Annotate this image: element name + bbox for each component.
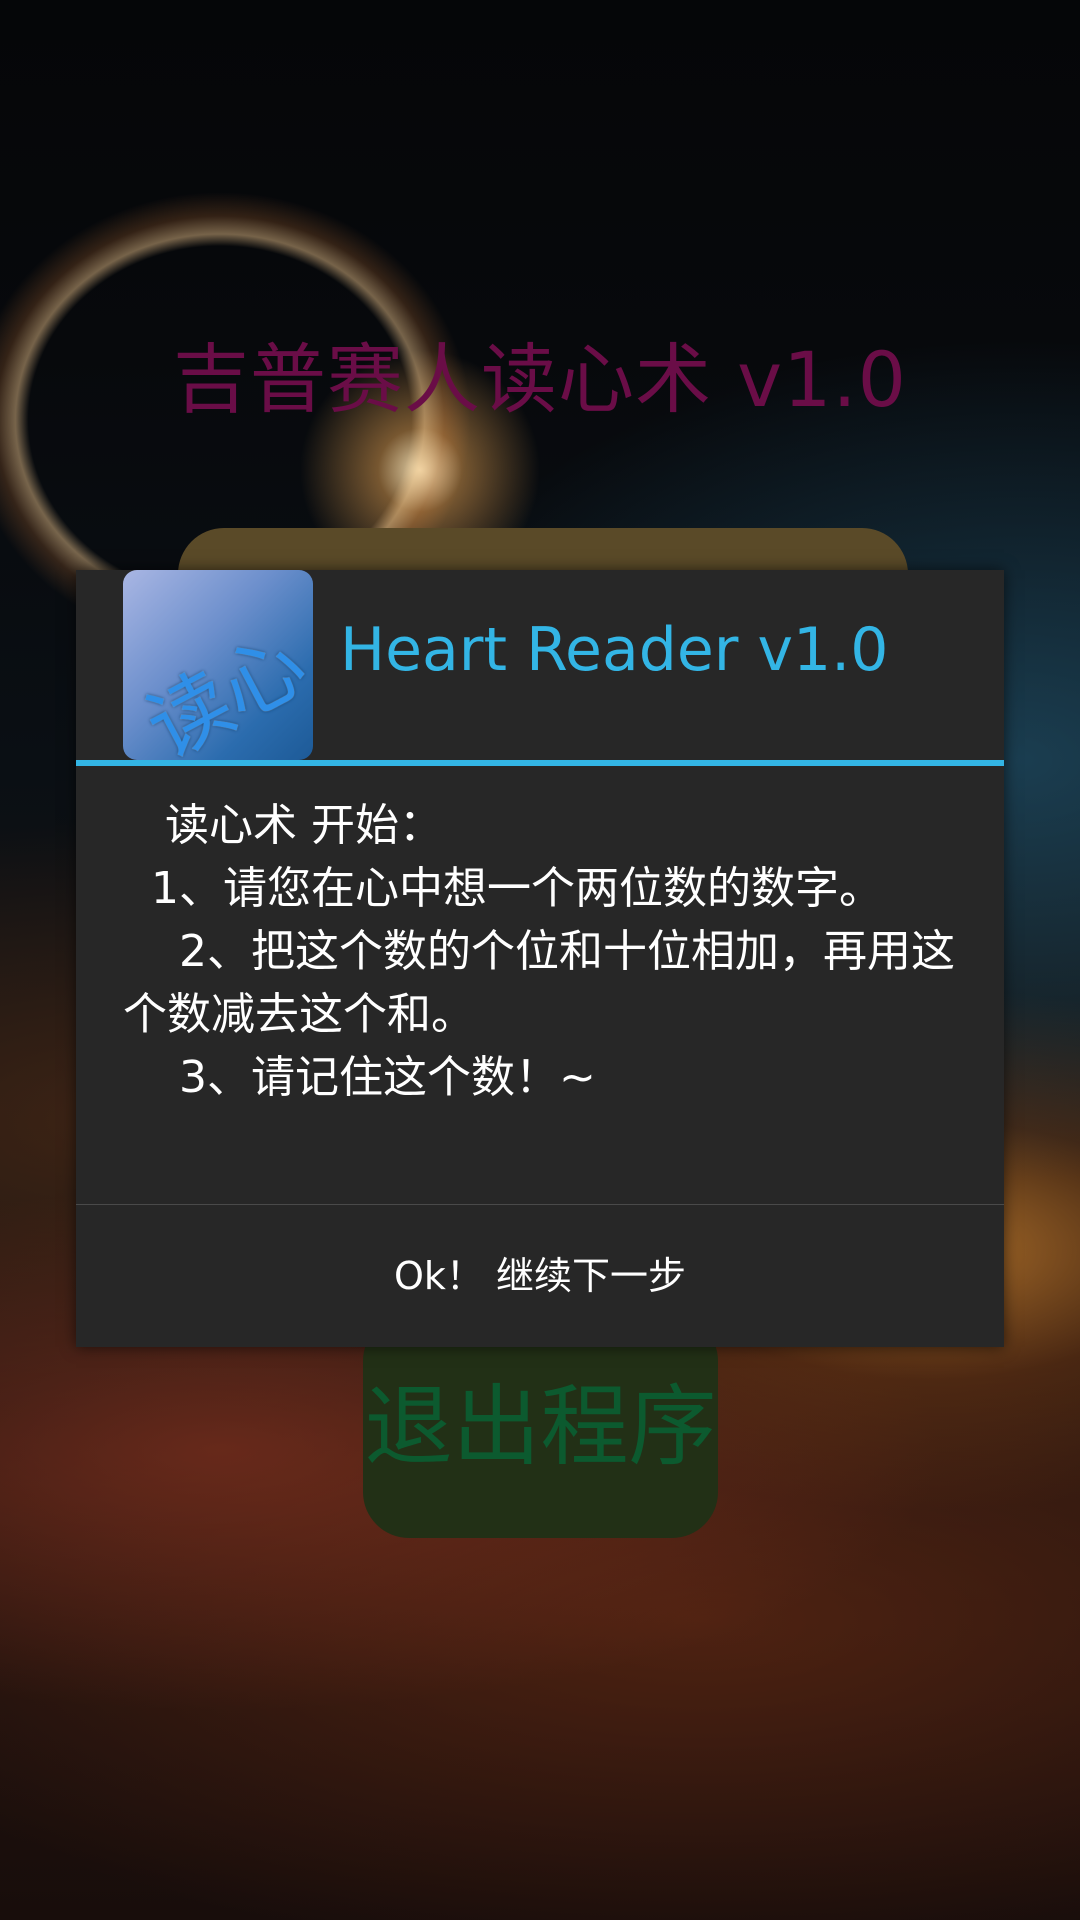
dialog-header: 读心 Heart Reader v1.0 [76, 570, 1004, 760]
dialog-message: 读心术 开始： 1、请您在心中想一个两位数的数字。 2、把这个数的个位和十位相加… [123, 800, 955, 1103]
app-icon: 读心 [123, 570, 313, 760]
ok-continue-button[interactable]: Ok！ 继续下一步 [76, 1205, 1004, 1347]
dialog-title-divider [76, 760, 1004, 766]
app-icon-label: 读心 [132, 616, 313, 760]
exit-button[interactable]: 退出程序 [363, 1315, 718, 1538]
dialog-title: Heart Reader v1.0 [340, 615, 889, 685]
app-title: 吉普赛人读心术 v1.0 [173, 335, 907, 424]
intro-dialog: 读心 Heart Reader v1.0 读心术 开始： 1、请您在心中想一个两… [76, 570, 1004, 1347]
app-screen: 吉普赛人读心术 v1.0 退出程序 读心 Heart Reader v1.0 读… [0, 0, 1080, 1920]
